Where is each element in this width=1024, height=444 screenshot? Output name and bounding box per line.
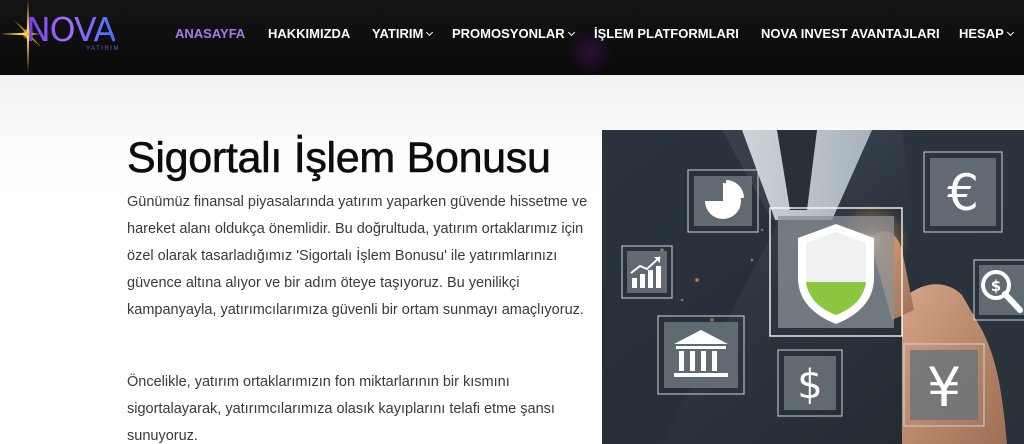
nav-item-hesap[interactable]: HESAP	[959, 26, 1014, 42]
main-nav: ANASAYFA HAKKIMIZDA YATIRIM PROMOSYONLAR…	[0, 0, 1024, 68]
pie-chart-icon	[687, 169, 759, 233]
page-title: Sigortalı İşlem Bonusu	[127, 134, 552, 183]
bank-icon	[657, 315, 745, 395]
euro-icon: €	[923, 151, 1003, 233]
svg-text:€: €	[947, 164, 979, 222]
nav-item-nova-invest-avantajlari[interactable]: NOVA INVEST AVANTAJLARI	[761, 26, 940, 42]
insurance-finance-illustration: € $ $ ¥	[602, 130, 1024, 444]
nav-item-label: HESAP	[959, 26, 1004, 41]
nav-item-label: NOVA INVEST AVANTAJLARI	[761, 26, 940, 41]
nav-item-yatirim[interactable]: YATIRIM	[372, 26, 434, 42]
chevron-down-icon	[1006, 28, 1014, 37]
growth-chart-icon	[621, 245, 673, 299]
svg-text:¥: ¥	[927, 356, 961, 419]
chevron-down-icon	[567, 28, 575, 37]
nav-item-anasayfa[interactable]: ANASAYFA	[175, 26, 245, 42]
nav-item-hakkimizda[interactable]: HAKKIMIZDA	[268, 26, 350, 42]
hero-image: € $ $ ¥	[602, 130, 1024, 444]
shield-icon	[769, 207, 903, 337]
nav-item-label: PROMOSYONLAR	[452, 26, 565, 41]
dollar-icon: $	[777, 349, 843, 417]
chevron-down-icon	[426, 28, 434, 37]
nav-item-islem-platformlari[interactable]: İŞLEM PLATFORMLARI	[594, 26, 739, 42]
yen-icon: ¥	[903, 343, 985, 427]
top-navbar: NOVA YATIRIM ANASAYFA HAKKIMIZDA YATIRIM…	[0, 0, 1024, 75]
svg-text:$: $	[797, 362, 822, 408]
nav-item-label: YATIRIM	[372, 26, 424, 41]
search-dollar-icon: $	[973, 259, 1024, 321]
nav-item-label: HAKKIMIZDA	[268, 26, 351, 41]
second-paragraph: Öncelikle, yatırım ortaklarımızın fon mi…	[127, 374, 555, 444]
nav-item-label: ANASAYFA	[175, 26, 246, 41]
intro-paragraph: Günümüz finansal piyasalarında yatırım y…	[127, 194, 588, 318]
nav-item-label: İŞLEM PLATFORMLARI	[594, 26, 739, 41]
svg-text:$: $	[991, 277, 1001, 295]
nav-item-promosyonlar[interactable]: PROMOSYONLAR	[452, 26, 575, 42]
